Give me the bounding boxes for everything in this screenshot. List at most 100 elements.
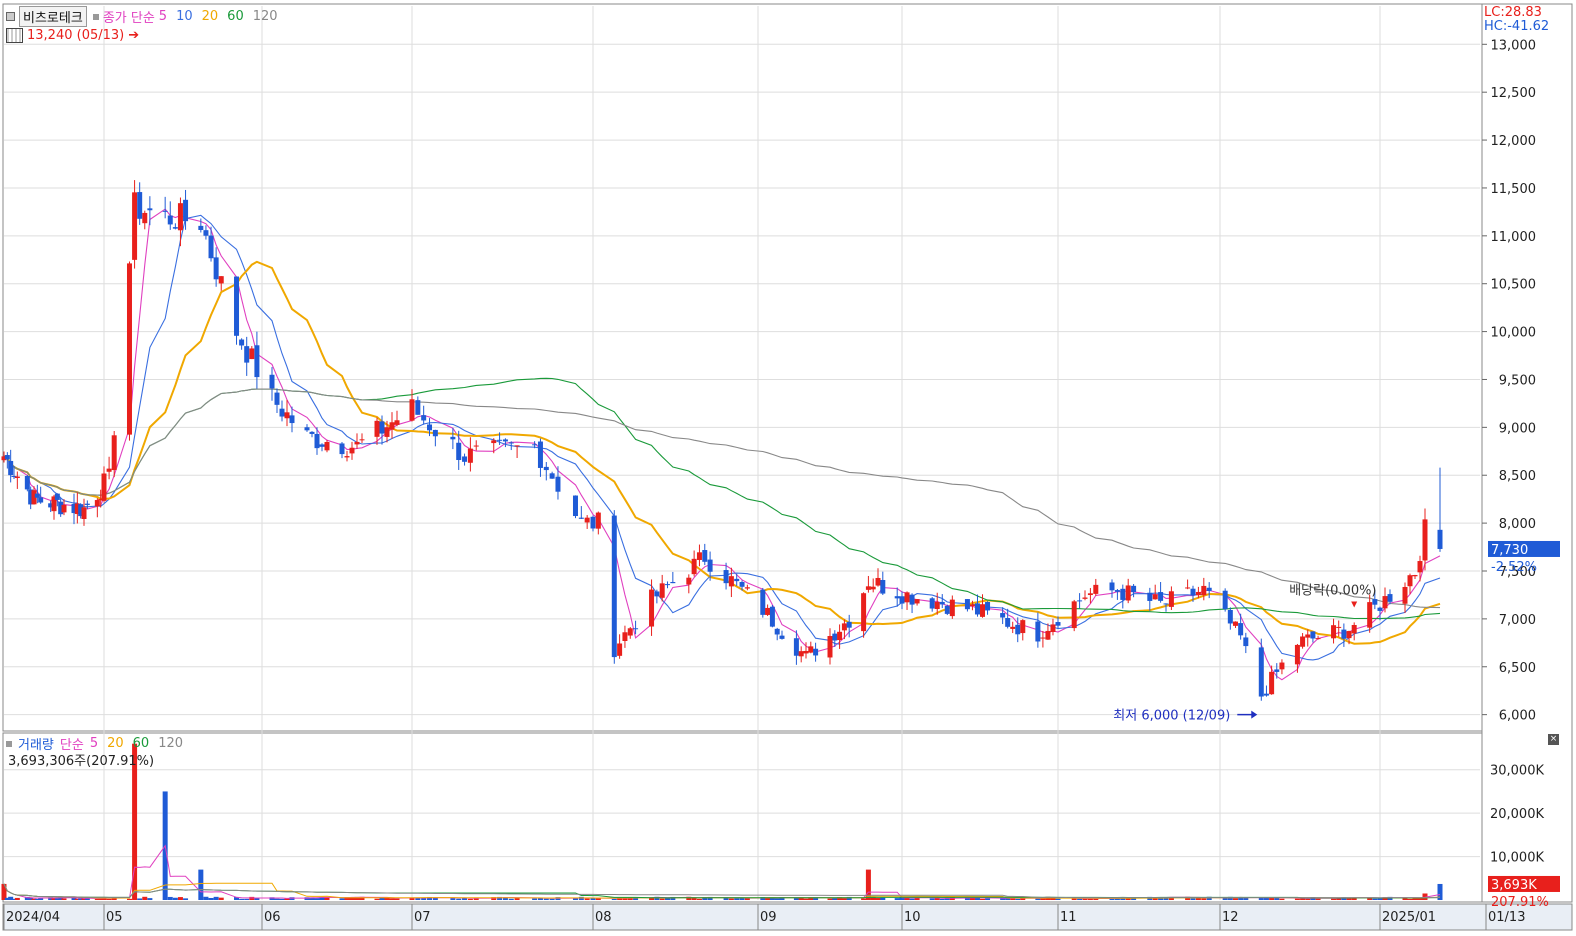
volume-bar — [861, 898, 867, 900]
volume-bar — [456, 898, 462, 900]
candle-body — [880, 579, 886, 594]
volume-tick-label: 10,000K — [1490, 851, 1544, 866]
candle-body — [344, 456, 350, 458]
dividend-marker: 배당락(0.00%) — [1289, 584, 1376, 599]
volume-bar — [142, 896, 148, 900]
calendar-icon[interactable] — [6, 28, 23, 43]
candle-body — [183, 199, 189, 222]
price-ma-legend: 5 10 20 60 120 — [159, 9, 278, 24]
candle-body — [985, 602, 991, 611]
stock-name-button[interactable]: 비츠로테크 — [19, 6, 87, 27]
candle-body — [304, 427, 310, 431]
candle-body — [269, 374, 275, 389]
candle-body — [939, 601, 945, 605]
candle-body — [491, 440, 497, 444]
volume-bar — [394, 898, 400, 900]
candle-body — [723, 570, 729, 584]
candle-body — [974, 603, 980, 615]
candle-body — [497, 439, 503, 441]
volume-bar — [137, 898, 143, 900]
volume-bar — [450, 898, 456, 900]
candle-body — [1185, 587, 1191, 589]
candle-body — [765, 607, 771, 615]
volume-bar — [106, 898, 112, 900]
candle-body — [234, 276, 240, 336]
candle-body — [8, 460, 14, 476]
candle-body — [324, 442, 330, 451]
volume-bar — [1000, 898, 1006, 900]
price-tick-label: 10,000 — [1491, 326, 1537, 341]
price-tick-label: 6,500 — [1499, 661, 1536, 676]
candle-body — [172, 227, 178, 229]
candle-body — [1238, 623, 1244, 636]
candle-body — [432, 429, 438, 437]
candle-body — [142, 212, 148, 224]
pane-toggle-icon[interactable] — [6, 12, 15, 21]
candle-body — [1227, 609, 1233, 624]
volume-bar — [944, 898, 950, 900]
volume-bar — [172, 897, 178, 900]
volume-bar — [249, 896, 255, 900]
candle-body — [213, 257, 219, 280]
candle-body — [584, 517, 590, 523]
volume-bar — [61, 898, 67, 900]
candle-body — [1346, 631, 1352, 639]
candle-body — [1114, 590, 1120, 592]
pane-toggle-icon[interactable] — [6, 740, 12, 747]
date-label: 05 — [106, 910, 123, 925]
close-pane-icon[interactable]: × — [1548, 734, 1559, 745]
candle-body — [734, 578, 740, 582]
candle-body — [1279, 662, 1285, 670]
volume-bar — [208, 897, 214, 900]
candle-body — [1040, 637, 1046, 639]
candle-body — [707, 559, 713, 572]
candle-body — [622, 632, 628, 641]
candle-body — [1109, 582, 1115, 591]
candle-body — [1274, 669, 1280, 672]
arrow-right-icon: ➔ — [128, 28, 140, 43]
candle-body — [279, 408, 285, 417]
volume-bar — [177, 897, 183, 900]
candle-body — [249, 348, 255, 360]
price-tick-label: 13,000 — [1491, 38, 1537, 53]
candle-body — [686, 577, 692, 585]
candle-body — [514, 445, 520, 447]
volume-bar — [894, 898, 900, 900]
candle-body — [254, 345, 260, 378]
candle-body — [537, 441, 543, 468]
volume-ma-legend: 5 20 60 120 — [90, 736, 183, 751]
candle-body — [1152, 594, 1158, 600]
volume-bar — [274, 898, 280, 900]
volume-bar — [467, 898, 473, 900]
date-label: 01/13 — [1488, 910, 1525, 925]
volume-bar — [432, 897, 438, 900]
ma-legend-item: 5 — [158, 9, 168, 24]
candle-body — [374, 420, 380, 437]
lc-indicator: LC:28.83 — [1484, 5, 1542, 20]
candle-body — [137, 192, 143, 219]
candle-body — [1222, 590, 1228, 610]
volume-bar — [728, 898, 734, 900]
candle-body — [508, 442, 514, 444]
candle-body — [1437, 529, 1443, 549]
candle-body — [827, 636, 833, 658]
volume-bar — [1055, 898, 1061, 900]
candle-body — [106, 468, 112, 472]
candle-body — [659, 583, 665, 598]
candle-body — [980, 604, 986, 617]
candle-body — [865, 586, 871, 590]
candle-body — [846, 621, 852, 628]
candle-body — [354, 441, 360, 445]
candle-body — [1377, 607, 1383, 611]
candle-body — [4, 455, 10, 460]
candle-body — [289, 415, 295, 424]
volume-bar — [1131, 898, 1137, 900]
volume-bar — [218, 897, 224, 900]
candle-body — [1120, 588, 1126, 600]
candle-body — [1168, 591, 1174, 607]
candle-body — [1351, 625, 1357, 634]
candle-body — [1158, 592, 1164, 601]
candle-body — [502, 439, 508, 442]
candle-body — [239, 339, 245, 346]
candle-body — [34, 493, 40, 498]
